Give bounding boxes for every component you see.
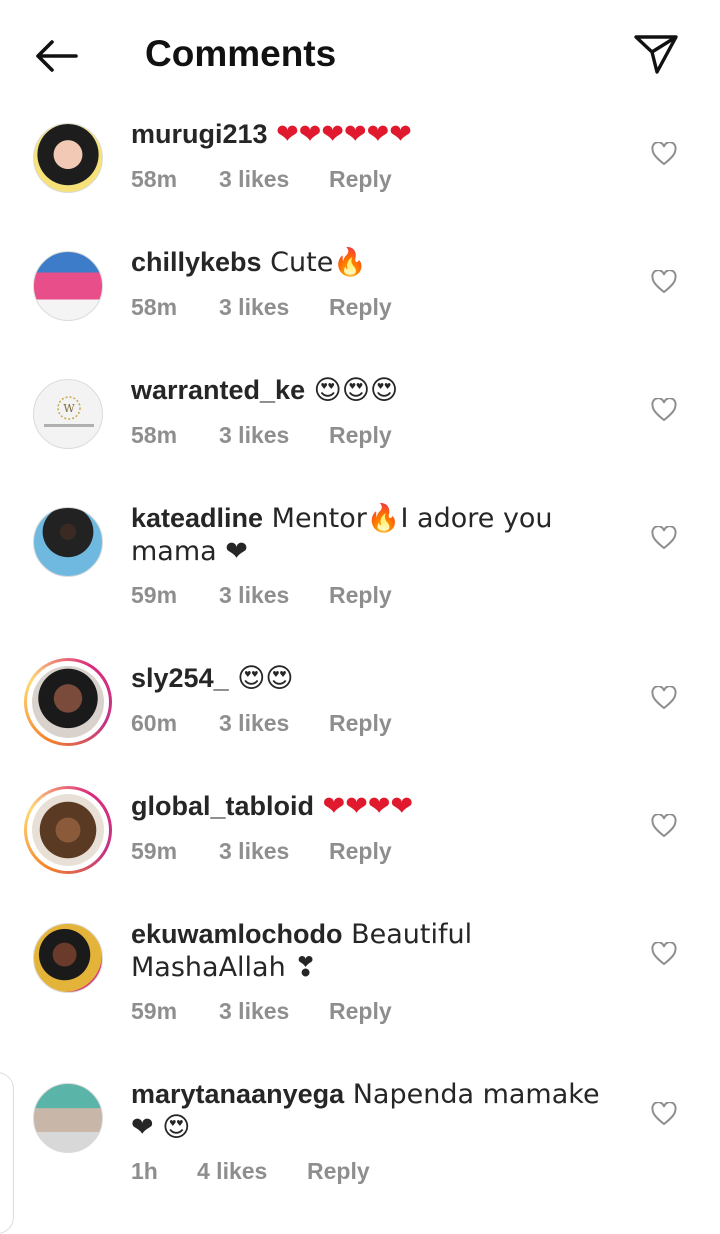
heart-outline-icon (651, 526, 677, 550)
comment-item: kateadline Mentor🔥I adore you mama ❤ 59m… (0, 492, 720, 652)
heart-outline-icon (651, 1102, 677, 1126)
svg-text:W: W (63, 402, 75, 415)
reply-button[interactable]: Reply (329, 838, 392, 865)
comment-meta: 59m 3 likes Reply (131, 582, 392, 609)
comment-time: 58m (131, 422, 178, 448)
comment-item: marytanaanyega Napenda mamake❤ 😍 1h 4 li… (0, 1068, 720, 1224)
comment-time: 59m (131, 838, 178, 864)
comment-text: 😍😍 (228, 663, 294, 694)
avatar-image (32, 794, 104, 866)
avatar[interactable] (24, 914, 112, 1002)
comment-username[interactable]: kateadline (131, 503, 263, 533)
comment-username[interactable]: global_tabloid (131, 791, 314, 821)
like-button[interactable] (648, 394, 680, 426)
comment-text: ❤❤❤❤ (314, 791, 414, 822)
like-button[interactable] (648, 522, 680, 554)
comment-meta: 58m 3 likes Reply (131, 294, 392, 321)
like-button[interactable] (648, 682, 680, 714)
comment-item: global_tabloid ❤❤❤❤ 59m 3 likes Reply (0, 780, 720, 908)
reply-button[interactable]: Reply (329, 582, 392, 609)
header-bar: Comments (0, 0, 720, 108)
reply-button[interactable]: Reply (329, 294, 392, 321)
comment-time: 59m (131, 998, 178, 1024)
comment-username[interactable]: chillykebs (131, 247, 262, 277)
comment-time: 58m (131, 294, 178, 320)
avatar-image (33, 507, 103, 577)
comment-meta: 59m 3 likes Reply (131, 998, 392, 1025)
comment-likes[interactable]: 3 likes (219, 838, 329, 865)
comment-item: ekuwamlochodo Beautiful MashaAllah ❣ 59m… (0, 908, 720, 1068)
comment-text: ❤❤❤❤❤❤ (267, 119, 412, 150)
heart-outline-icon (651, 942, 677, 966)
comment-likes[interactable]: 3 likes (219, 294, 329, 321)
heart-outline-icon (651, 686, 677, 710)
comment-meta: 58m 3 likes Reply (131, 166, 392, 193)
arrow-left-icon (36, 40, 78, 72)
comment-likes[interactable]: 3 likes (219, 998, 329, 1025)
share-button[interactable] (628, 28, 684, 80)
comment-item: W warranted_ke 😍😍😍 58m 3 likes Reply (0, 364, 720, 492)
heart-outline-icon (651, 398, 677, 422)
avatar[interactable] (24, 1074, 112, 1162)
comment-meta: 59m 3 likes Reply (131, 838, 392, 865)
comment-meta: 60m 3 likes Reply (131, 710, 392, 737)
avatar-image (33, 251, 103, 321)
back-button[interactable] (28, 30, 84, 82)
like-button[interactable] (648, 1098, 680, 1130)
comment-item: chillykebs Cute🔥 58m 3 likes Reply (0, 236, 720, 364)
comment-username[interactable]: ekuwamlochodo (131, 919, 343, 949)
avatar[interactable] (24, 114, 112, 202)
comment-time: 59m (131, 582, 178, 608)
avatar[interactable] (24, 242, 112, 330)
like-button[interactable] (648, 938, 680, 970)
page-title: Comments (145, 33, 337, 74)
comment-text: 😍😍😍 (305, 375, 399, 406)
comment-likes[interactable]: 3 likes (219, 710, 329, 737)
comment-username[interactable]: sly254_ (131, 663, 229, 693)
brand-logo-icon: W (44, 396, 94, 427)
reply-button[interactable]: Reply (329, 998, 392, 1025)
avatar-image (33, 1083, 103, 1153)
comment-time: 60m (131, 710, 178, 736)
heart-outline-icon (651, 814, 677, 838)
avatar[interactable] (24, 658, 112, 746)
comment-time: 58m (131, 166, 178, 192)
comment-likes[interactable]: 3 likes (219, 166, 329, 193)
comment-meta: 1h 4 likes Reply (131, 1158, 370, 1185)
avatar-image (32, 666, 104, 738)
edge-panel[interactable] (0, 1072, 14, 1234)
avatar-image: W (33, 379, 103, 449)
paper-plane-icon (634, 35, 678, 74)
comment-meta: 58m 3 likes Reply (131, 422, 392, 449)
avatar[interactable]: W (24, 370, 112, 458)
comment-username[interactable]: murugi213 (131, 119, 268, 149)
comment-time: 1h (131, 1158, 158, 1184)
comment-item: sly254_ 😍😍 60m 3 likes Reply (0, 652, 720, 780)
comment-username[interactable]: marytanaanyega (131, 1079, 344, 1109)
avatar-image (33, 923, 103, 993)
avatar-image (33, 123, 103, 193)
like-button[interactable] (648, 138, 680, 170)
avatar[interactable] (24, 786, 112, 874)
comment-likes[interactable]: 3 likes (219, 582, 329, 609)
avatar[interactable] (24, 498, 112, 586)
reply-button[interactable]: Reply (329, 710, 392, 737)
heart-outline-icon (651, 142, 677, 166)
like-button[interactable] (648, 810, 680, 842)
reply-button[interactable]: Reply (329, 422, 392, 449)
heart-outline-icon (651, 270, 677, 294)
reply-button[interactable]: Reply (307, 1158, 370, 1185)
comment-likes[interactable]: 3 likes (219, 422, 329, 449)
reply-button[interactable]: Reply (329, 166, 392, 193)
comment-username[interactable]: warranted_ke (131, 375, 305, 405)
like-button[interactable] (648, 266, 680, 298)
comment-text: Cute🔥 (261, 247, 367, 278)
comment-item: murugi213 ❤❤❤❤❤❤ 58m 3 likes Reply (0, 108, 720, 236)
comment-likes[interactable]: 4 likes (197, 1158, 307, 1185)
